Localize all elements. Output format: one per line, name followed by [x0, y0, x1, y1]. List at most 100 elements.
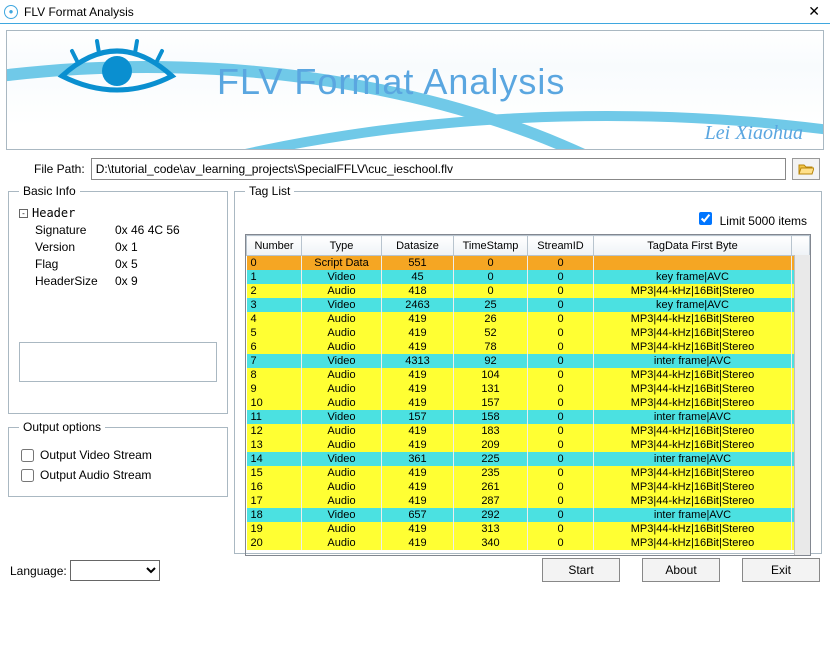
table-cell: 0 [528, 396, 594, 410]
table-cell: key frame|AVC [594, 270, 792, 284]
table-scrollbar[interactable] [794, 255, 810, 555]
table-row[interactable]: 16Audio4192610MP3|44-kHz|16Bit|Stereo [247, 480, 810, 494]
table-row[interactable]: 7Video4313920inter frame|AVC [247, 354, 810, 368]
table-row[interactable]: 15Audio4192350MP3|44-kHz|16Bit|Stereo [247, 466, 810, 480]
exit-button[interactable]: Exit [742, 558, 820, 582]
table-cell: 292 [454, 508, 528, 522]
table-cell: 419 [382, 480, 454, 494]
tag-list-legend: Tag List [245, 184, 294, 198]
table-cell: 13 [247, 438, 302, 452]
table-row[interactable]: 2Audio41800MP3|44-kHz|16Bit|Stereo [247, 284, 810, 298]
table-row[interactable]: 19Audio4193130MP3|44-kHz|16Bit|Stereo [247, 522, 810, 536]
table-cell: 419 [382, 326, 454, 340]
about-button[interactable]: About [642, 558, 720, 582]
col-header[interactable]: StreamID [528, 236, 594, 256]
table-row[interactable]: 8Audio4191040MP3|44-kHz|16Bit|Stereo [247, 368, 810, 382]
table-cell: 419 [382, 382, 454, 396]
eye-icon [57, 36, 177, 106]
table-cell: 209 [454, 438, 528, 452]
table-cell: 3 [247, 298, 302, 312]
table-cell: 0 [528, 466, 594, 480]
header-kv-key: Flag [35, 256, 115, 273]
table-cell: 361 [382, 452, 454, 466]
table-cell: Audio [302, 284, 382, 298]
header-kv-val: 0x 1 [115, 239, 138, 256]
file-path-input[interactable] [91, 158, 786, 180]
table-cell: MP3|44-kHz|16Bit|Stereo [594, 312, 792, 326]
table-cell: MP3|44-kHz|16Bit|Stereo [594, 438, 792, 452]
table-cell: 0 [528, 312, 594, 326]
table-row[interactable]: 18Video6572920inter frame|AVC [247, 508, 810, 522]
table-cell: 0 [528, 410, 594, 424]
table-cell: 419 [382, 396, 454, 410]
window-titlebar: ● FLV Format Analysis ✕ [0, 0, 830, 24]
start-button[interactable]: Start [542, 558, 620, 582]
table-cell: MP3|44-kHz|16Bit|Stereo [594, 424, 792, 438]
table-cell: 235 [454, 466, 528, 480]
tag-list-table-wrap: NumberTypeDatasizeTimeStampStreamIDTagDa… [245, 234, 811, 556]
table-cell: 340 [454, 536, 528, 550]
col-header[interactable]: Datasize [382, 236, 454, 256]
collapse-icon[interactable]: - [19, 209, 28, 218]
col-header[interactable]: Number [247, 236, 302, 256]
close-icon[interactable]: ✕ [802, 3, 826, 20]
col-header[interactable]: TagData First Byte [594, 236, 792, 256]
table-row[interactable]: 12Audio4191830MP3|44-kHz|16Bit|Stereo [247, 424, 810, 438]
table-cell: 0 [528, 424, 594, 438]
table-cell: 157 [382, 410, 454, 424]
basic-info-legend: Basic Info [19, 184, 80, 198]
browse-button[interactable] [792, 158, 820, 180]
table-row[interactable]: 10Audio4191570MP3|44-kHz|16Bit|Stereo [247, 396, 810, 410]
table-cell: 26 [454, 312, 528, 326]
limit-items-checkbox[interactable] [699, 212, 712, 225]
header-kv-key: Version [35, 239, 115, 256]
table-row[interactable]: 4Audio419260MP3|44-kHz|16Bit|Stereo [247, 312, 810, 326]
table-row[interactable]: 13Audio4192090MP3|44-kHz|16Bit|Stereo [247, 438, 810, 452]
table-row[interactable]: 3Video2463250key frame|AVC [247, 298, 810, 312]
col-header[interactable]: Type [302, 236, 382, 256]
folder-open-icon [798, 162, 814, 176]
table-cell: 0 [454, 270, 528, 284]
app-icon: ● [4, 5, 18, 19]
output-video-option[interactable]: Output Video Stream [21, 448, 215, 462]
table-row[interactable]: 6Audio419780MP3|44-kHz|16Bit|Stereo [247, 340, 810, 354]
header-kv-key: Signature [35, 222, 115, 239]
table-cell: 0 [528, 452, 594, 466]
table-cell: 287 [454, 494, 528, 508]
table-cell: 4 [247, 312, 302, 326]
table-cell: 157 [454, 396, 528, 410]
table-row[interactable]: 11Video1571580inter frame|AVC [247, 410, 810, 424]
table-cell: Audio [302, 466, 382, 480]
table-row[interactable]: 20Audio4193400MP3|44-kHz|16Bit|Stereo [247, 536, 810, 550]
limit-items-option[interactable]: Limit 5000 items [699, 212, 807, 228]
language-select[interactable] [70, 560, 160, 581]
table-row[interactable]: 1Video4500key frame|AVC [247, 270, 810, 284]
col-header[interactable]: TimeStamp [454, 236, 528, 256]
language-chooser: Language: [10, 560, 160, 581]
table-row[interactable]: 9Audio4191310MP3|44-kHz|16Bit|Stereo [247, 382, 810, 396]
table-cell: 11 [247, 410, 302, 424]
table-cell: 261 [454, 480, 528, 494]
output-audio-checkbox[interactable] [21, 469, 34, 482]
table-row[interactable]: 17Audio4192870MP3|44-kHz|16Bit|Stereo [247, 494, 810, 508]
table-cell: 313 [454, 522, 528, 536]
output-audio-option[interactable]: Output Audio Stream [21, 468, 215, 482]
table-cell: MP3|44-kHz|16Bit|Stereo [594, 340, 792, 354]
table-cell: Audio [302, 340, 382, 354]
table-cell: 418 [382, 284, 454, 298]
table-row[interactable]: 0Script Data55100 [247, 256, 810, 271]
table-row[interactable]: 5Audio419520MP3|44-kHz|16Bit|Stereo [247, 326, 810, 340]
bottom-bar: Language: Start About Exit [10, 558, 820, 582]
table-row[interactable]: 14Video3612250inter frame|AVC [247, 452, 810, 466]
banner-title: FLV Format Analysis [217, 61, 565, 103]
table-cell: Script Data [302, 256, 382, 271]
table-cell: 92 [454, 354, 528, 368]
header-kv-val: 0x 46 4C 56 [115, 222, 180, 239]
header-kv-val: 0x 5 [115, 256, 138, 273]
output-video-checkbox[interactable] [21, 449, 34, 462]
table-cell: 183 [454, 424, 528, 438]
table-cell: 0 [528, 354, 594, 368]
table-cell: 0 [528, 270, 594, 284]
table-cell: 15 [247, 466, 302, 480]
tree-node-header[interactable]: - Header [19, 206, 217, 220]
